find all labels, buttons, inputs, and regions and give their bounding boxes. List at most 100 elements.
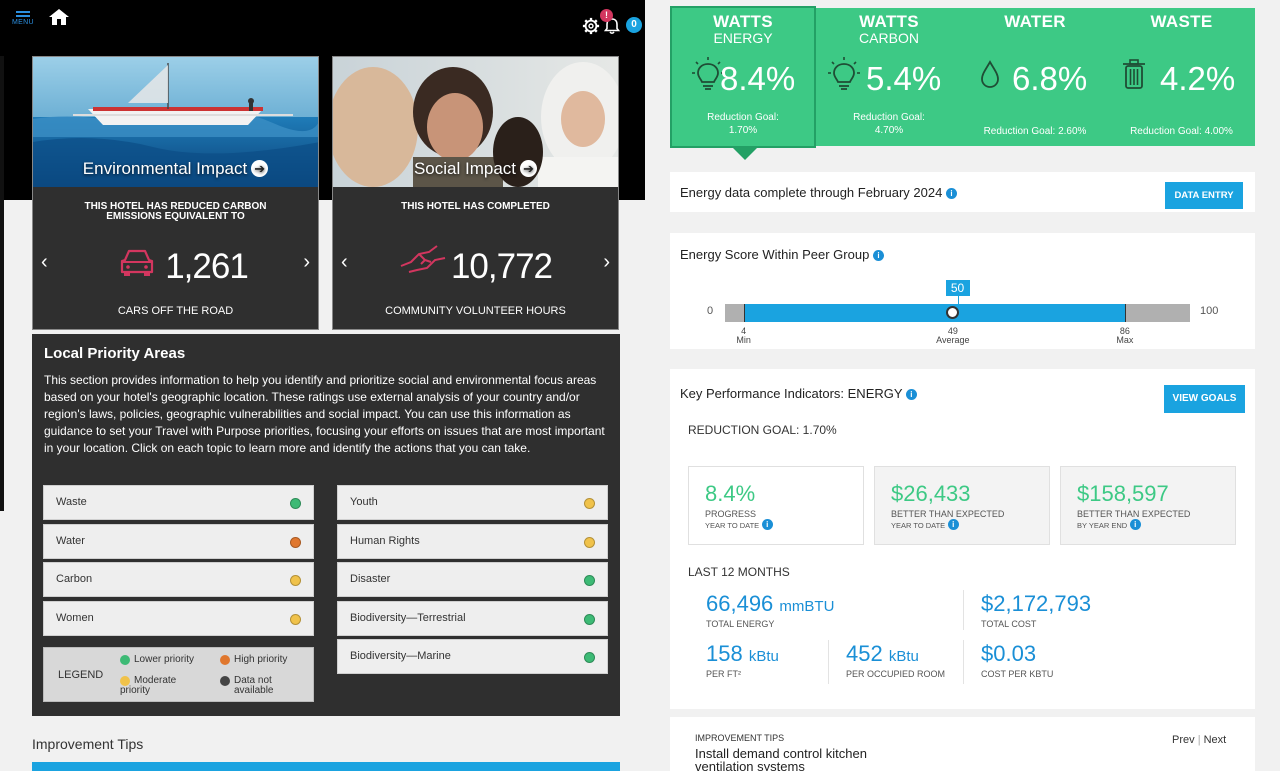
per-ft-label: PER FT² [706, 669, 741, 679]
kpi-card: $26,433 BETTER THAN EXPECTED iYEAR TO DAT… [874, 466, 1050, 545]
priority-label: Disaster [350, 573, 391, 585]
score-stem [957, 296, 959, 306]
selected-tab-outline [670, 6, 816, 148]
kpi-card-label: BETTER THAN EXPECTED iYEAR TO DATE i [891, 509, 1005, 530]
prev-link[interactable]: Prev [1172, 734, 1195, 746]
priority-status-dot-icon [290, 575, 301, 586]
kpi-card-value: $26,433 [891, 481, 971, 506]
green-dot-icon [120, 655, 130, 665]
last-12-months-title: LAST 12 MONTHS [688, 565, 790, 579]
priority-label: Biodiversity—Marine [350, 650, 451, 662]
tab-title: WATTS [859, 12, 919, 31]
social-impact-card[interactable]: Social Impact ➔ THIS HOTEL HAS COMPLETED … [332, 56, 619, 330]
priority-label: Human Rights [350, 534, 420, 547]
menu-button[interactable]: MENU [12, 9, 36, 29]
peer-range-bar [743, 304, 1125, 322]
metric-tab-watts-carbon[interactable]: WATTS CARBON 5.4% Reduction Goal: 4.70% [816, 8, 962, 146]
min-marker-label: 4 Min [736, 326, 751, 345]
total-energy-value: 66,496 mmBTU [706, 591, 835, 616]
card-title[interactable]: Environmental Impact ➔ [33, 159, 318, 179]
notification-badge: ! [600, 9, 613, 22]
priority-item[interactable]: Women [43, 600, 314, 636]
priority-item[interactable]: Disaster [337, 562, 608, 597]
max-marker-label: 86 Max [1116, 326, 1134, 345]
info-icon[interactable]: i [945, 188, 957, 199]
data-entry-button[interactable]: DATA ENTRY [1165, 182, 1243, 209]
carousel-prev-button[interactable]: ‹ [341, 251, 348, 274]
priority-item[interactable]: Carbon [43, 562, 314, 597]
environmental-impact-card[interactable]: Environmental Impact ➔ THIS HOTEL HAS RED… [32, 56, 319, 330]
tab-value: 6.8% [1012, 60, 1088, 97]
priority-status-dot-icon [290, 498, 301, 509]
scale-max-label: 100 [1200, 305, 1219, 317]
divider [963, 640, 964, 684]
tab-title: WASTE [1150, 12, 1213, 31]
improvement-tips-bar [32, 762, 620, 771]
reduction-goal: REDUCTION GOAL: 1.70% [688, 423, 837, 437]
priority-status-dot-icon [584, 498, 595, 509]
priority-item[interactable]: Human Rights [337, 523, 608, 559]
priority-status-dot-icon [584, 536, 595, 548]
priority-status-dot-icon [290, 536, 301, 548]
improvement-tips-title: Improvement Tips [32, 736, 144, 752]
menu-label: MENU [12, 19, 34, 26]
peer-score-box: Energy Score Within Peer Group i 0 100 5… [670, 233, 1255, 349]
avg-marker-label: 49 Average [936, 326, 970, 345]
priority-label: Waste [56, 496, 87, 508]
view-goals-button[interactable]: VIEW GOALS [1164, 385, 1245, 413]
data-status-box: Energy data complete through February 20… [670, 172, 1255, 212]
energy-dashboard: WATTS ENERGY 8.4% Reduction Goal: 1.70% WATTS… [660, 0, 1280, 771]
priority-status-dot-icon [584, 652, 595, 663]
max-tick [1124, 304, 1126, 322]
info-icon[interactable]: i [761, 519, 773, 530]
card-heading: THIS HOTEL HAS REDUCED CARBON EMISSIONS … [84, 201, 267, 222]
per-room-label: PER OCCUPIED ROOM [846, 669, 946, 679]
priority-label: Youth [350, 496, 378, 508]
priority-item[interactable]: Biodiversity—Marine [337, 639, 608, 674]
metric-tab-water[interactable]: WATER 6.8% Reduction Goal: 2.60% [962, 8, 1108, 146]
priority-item[interactable]: Youth [337, 485, 608, 520]
info-icon[interactable]: i [872, 250, 884, 261]
tab-title: WATER [1004, 12, 1066, 31]
legend-high: High priority [220, 655, 287, 665]
info-icon[interactable]: i [905, 389, 917, 400]
info-icon[interactable]: i [1129, 519, 1141, 530]
tab-goal: Reduction Goal: 2.60% [983, 126, 1087, 137]
tab-value: 4.2% [1160, 60, 1236, 97]
priority-item[interactable]: Water [43, 523, 314, 559]
priority-legend: LEGEND Lower priority High priority Mode… [43, 647, 314, 702]
legend-low: Lower priority [120, 655, 194, 665]
kpi-card-value: $158,597 [1077, 481, 1169, 506]
priority-label: Carbon [56, 573, 93, 585]
section-title: Local Priority Areas [44, 345, 186, 362]
data-status-text: Energy data complete through February 20… [680, 185, 957, 200]
card-caption: COMMUNITY VOLUNTEER HOURS [385, 305, 566, 317]
top-nav-bar: MENU ! 0 [0, 0, 645, 56]
divider [963, 590, 964, 630]
home-icon[interactable] [48, 8, 70, 26]
total-cost-value: $2,172,793 [981, 591, 1092, 616]
gear-icon[interactable] [582, 17, 600, 35]
count-badge[interactable]: 0 [626, 17, 642, 33]
kpi-card-value: 8.4% [705, 481, 756, 506]
info-icon[interactable]: i [947, 519, 959, 530]
divider [828, 640, 829, 684]
hamburger-icon [16, 11, 30, 19]
local-priority-areas: Local Priority Areas This section provid… [32, 334, 620, 716]
dark-dot-icon [220, 676, 230, 686]
metric-tab-waste[interactable]: WASTE 4.2% Reduction Goal: 4.00% [1108, 8, 1255, 146]
kpi-card-label: PROGRESS iYEAR TO DATE i [705, 509, 773, 531]
kpi-card-label: BETTER THAN EXPECTED iBY YEAR END i [1077, 509, 1191, 530]
kpi-card: $158,597 BETTER THAN EXPECTED iBY YEAR EN… [1060, 466, 1236, 545]
priority-label: Women [56, 611, 94, 624]
priority-status-dot-icon [290, 613, 301, 625]
card-heading: THIS HOTEL HAS COMPLETED [401, 201, 550, 212]
carousel-prev-button[interactable]: ‹ [41, 251, 48, 274]
priority-item[interactable]: Waste [43, 485, 314, 520]
next-link[interactable]: Next [1204, 734, 1227, 746]
lightbulb-icon [824, 56, 864, 99]
priority-item[interactable]: Biodiversity—Terrestrial [337, 600, 608, 636]
priority-status-dot-icon [584, 575, 595, 586]
card-title[interactable]: Social Impact ➔ [333, 159, 618, 179]
kpi-card: 8.4% PROGRESS iYEAR TO DATE i [688, 466, 864, 545]
